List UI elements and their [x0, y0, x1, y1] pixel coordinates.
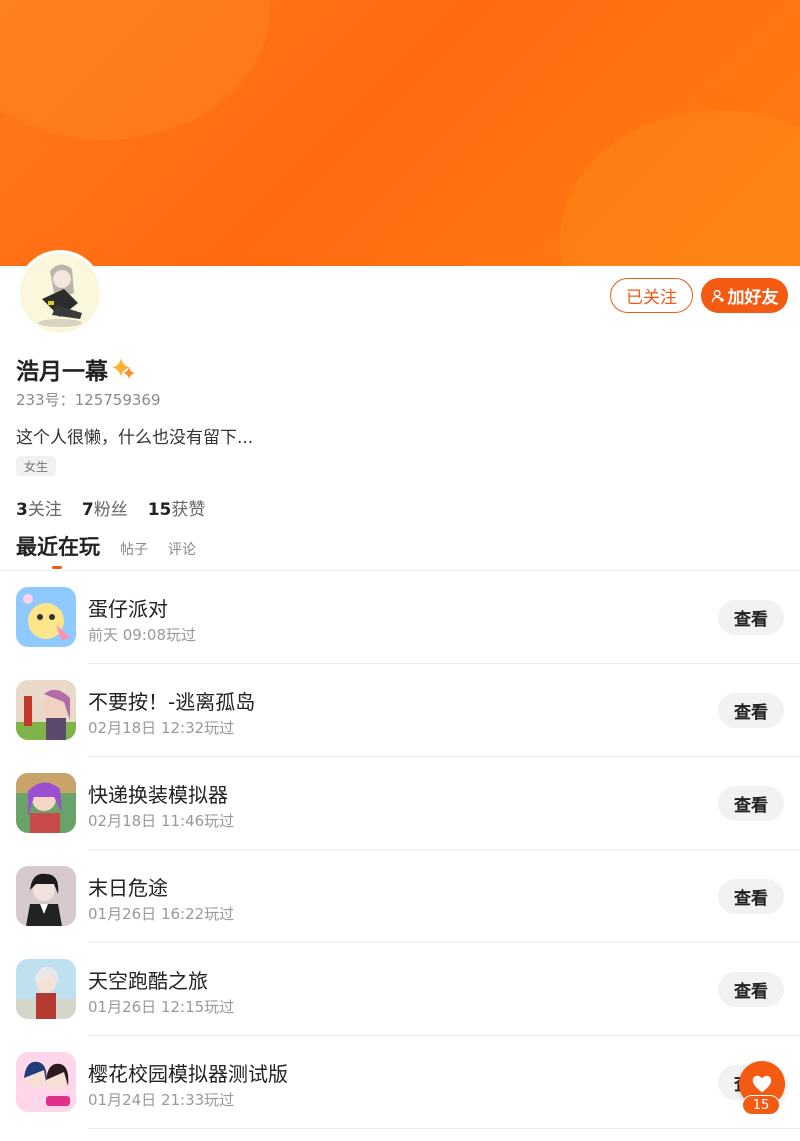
banner-decoration [560, 110, 800, 266]
gender-tag: 女生 [16, 456, 57, 476]
list-item[interactable]: 樱花校园模拟器测试版 01月24日 21:33玩过 查看 [0, 1036, 800, 1129]
username-text: 浩月一幕 [16, 359, 108, 385]
game-icon-sky-parkour [16, 959, 76, 1019]
game-title: 樱花校园模拟器测试版 [88, 1062, 288, 1086]
game-played-time: 01月24日 21:33玩过 [88, 1091, 235, 1109]
add-friend-label: 加好友 [727, 288, 779, 308]
view-button[interactable]: 查看 [718, 786, 784, 821]
divider [88, 1128, 800, 1129]
followed-button[interactable]: 已关注 [610, 278, 693, 313]
game-icon-delivery-dressup [16, 773, 76, 833]
game-played-time: 前天 09:08玩过 [88, 626, 196, 644]
list-item[interactable]: 末日危途 01月26日 16:22玩过 查看 [0, 850, 800, 943]
username: 浩月一幕 [16, 352, 138, 386]
list-item[interactable]: 蛋仔派对 前天 09:08玩过 查看 [0, 571, 800, 664]
game-played-time: 02月18日 11:46玩过 [88, 812, 235, 830]
view-button[interactable]: 查看 [718, 972, 784, 1007]
stat-following[interactable]: 3关注 [16, 495, 62, 520]
stat-likes[interactable]: 15获赞 [148, 495, 206, 520]
profile-stats: 3关注 7粉丝 15获赞 [16, 495, 205, 520]
game-icon-sakura-school [16, 1052, 76, 1112]
game-played-time: 02月18日 12:32玩过 [88, 719, 235, 737]
game-title: 天空跑酷之旅 [88, 969, 208, 993]
user-id: 233号：125759369 [16, 391, 161, 409]
list-item[interactable]: 天空跑酷之旅 01月26日 12:15玩过 查看 [0, 943, 800, 1036]
game-title: 末日危途 [88, 876, 168, 900]
active-tab-indicator [52, 566, 62, 569]
banner-decoration [0, 0, 270, 140]
game-icon-eggy-party [16, 587, 76, 647]
stat-followers[interactable]: 7粉丝 [82, 495, 128, 520]
game-played-time: 01月26日 16:22玩过 [88, 905, 235, 923]
profile-tabs: 最近在玩 帖子 评论 [16, 531, 196, 569]
game-played-time: 01月26日 12:15玩过 [88, 998, 235, 1016]
list-item[interactable]: 不要按！-逃离孤岛 02月18日 12:32玩过 查看 [0, 664, 800, 757]
view-button[interactable]: 查看 [718, 693, 784, 728]
add-user-icon [711, 289, 724, 302]
tab-recently-played[interactable]: 最近在玩 [16, 531, 100, 569]
profile-banner [0, 0, 800, 266]
user-bio: 这个人很懒，什么也没有留下... [16, 428, 254, 448]
game-title: 快递换装模拟器 [88, 783, 228, 807]
view-button[interactable]: 查看 [718, 879, 784, 914]
tab-posts[interactable]: 帖子 [120, 539, 148, 559]
recent-games-list: 蛋仔派对 前天 09:08玩过 查看 不要按！-逃离孤岛 02月18日 12:3… [0, 571, 800, 1129]
view-button[interactable]: 查看 [718, 600, 784, 635]
game-title: 不要按！-逃离孤岛 [88, 690, 256, 714]
add-friend-button[interactable]: 加好友 [701, 278, 788, 313]
avatar[interactable] [17, 250, 103, 336]
game-icon-escape-island [16, 680, 76, 740]
sparkle-badge-icon [112, 358, 135, 379]
game-icon-doomsday-road [16, 866, 76, 926]
heart-icon [752, 1075, 772, 1093]
game-title: 蛋仔派对 [88, 597, 168, 621]
tab-comments[interactable]: 评论 [168, 539, 196, 559]
list-item[interactable]: 快递换装模拟器 02月18日 11:46玩过 查看 [0, 757, 800, 850]
like-count-badge: 15 [742, 1095, 780, 1115]
